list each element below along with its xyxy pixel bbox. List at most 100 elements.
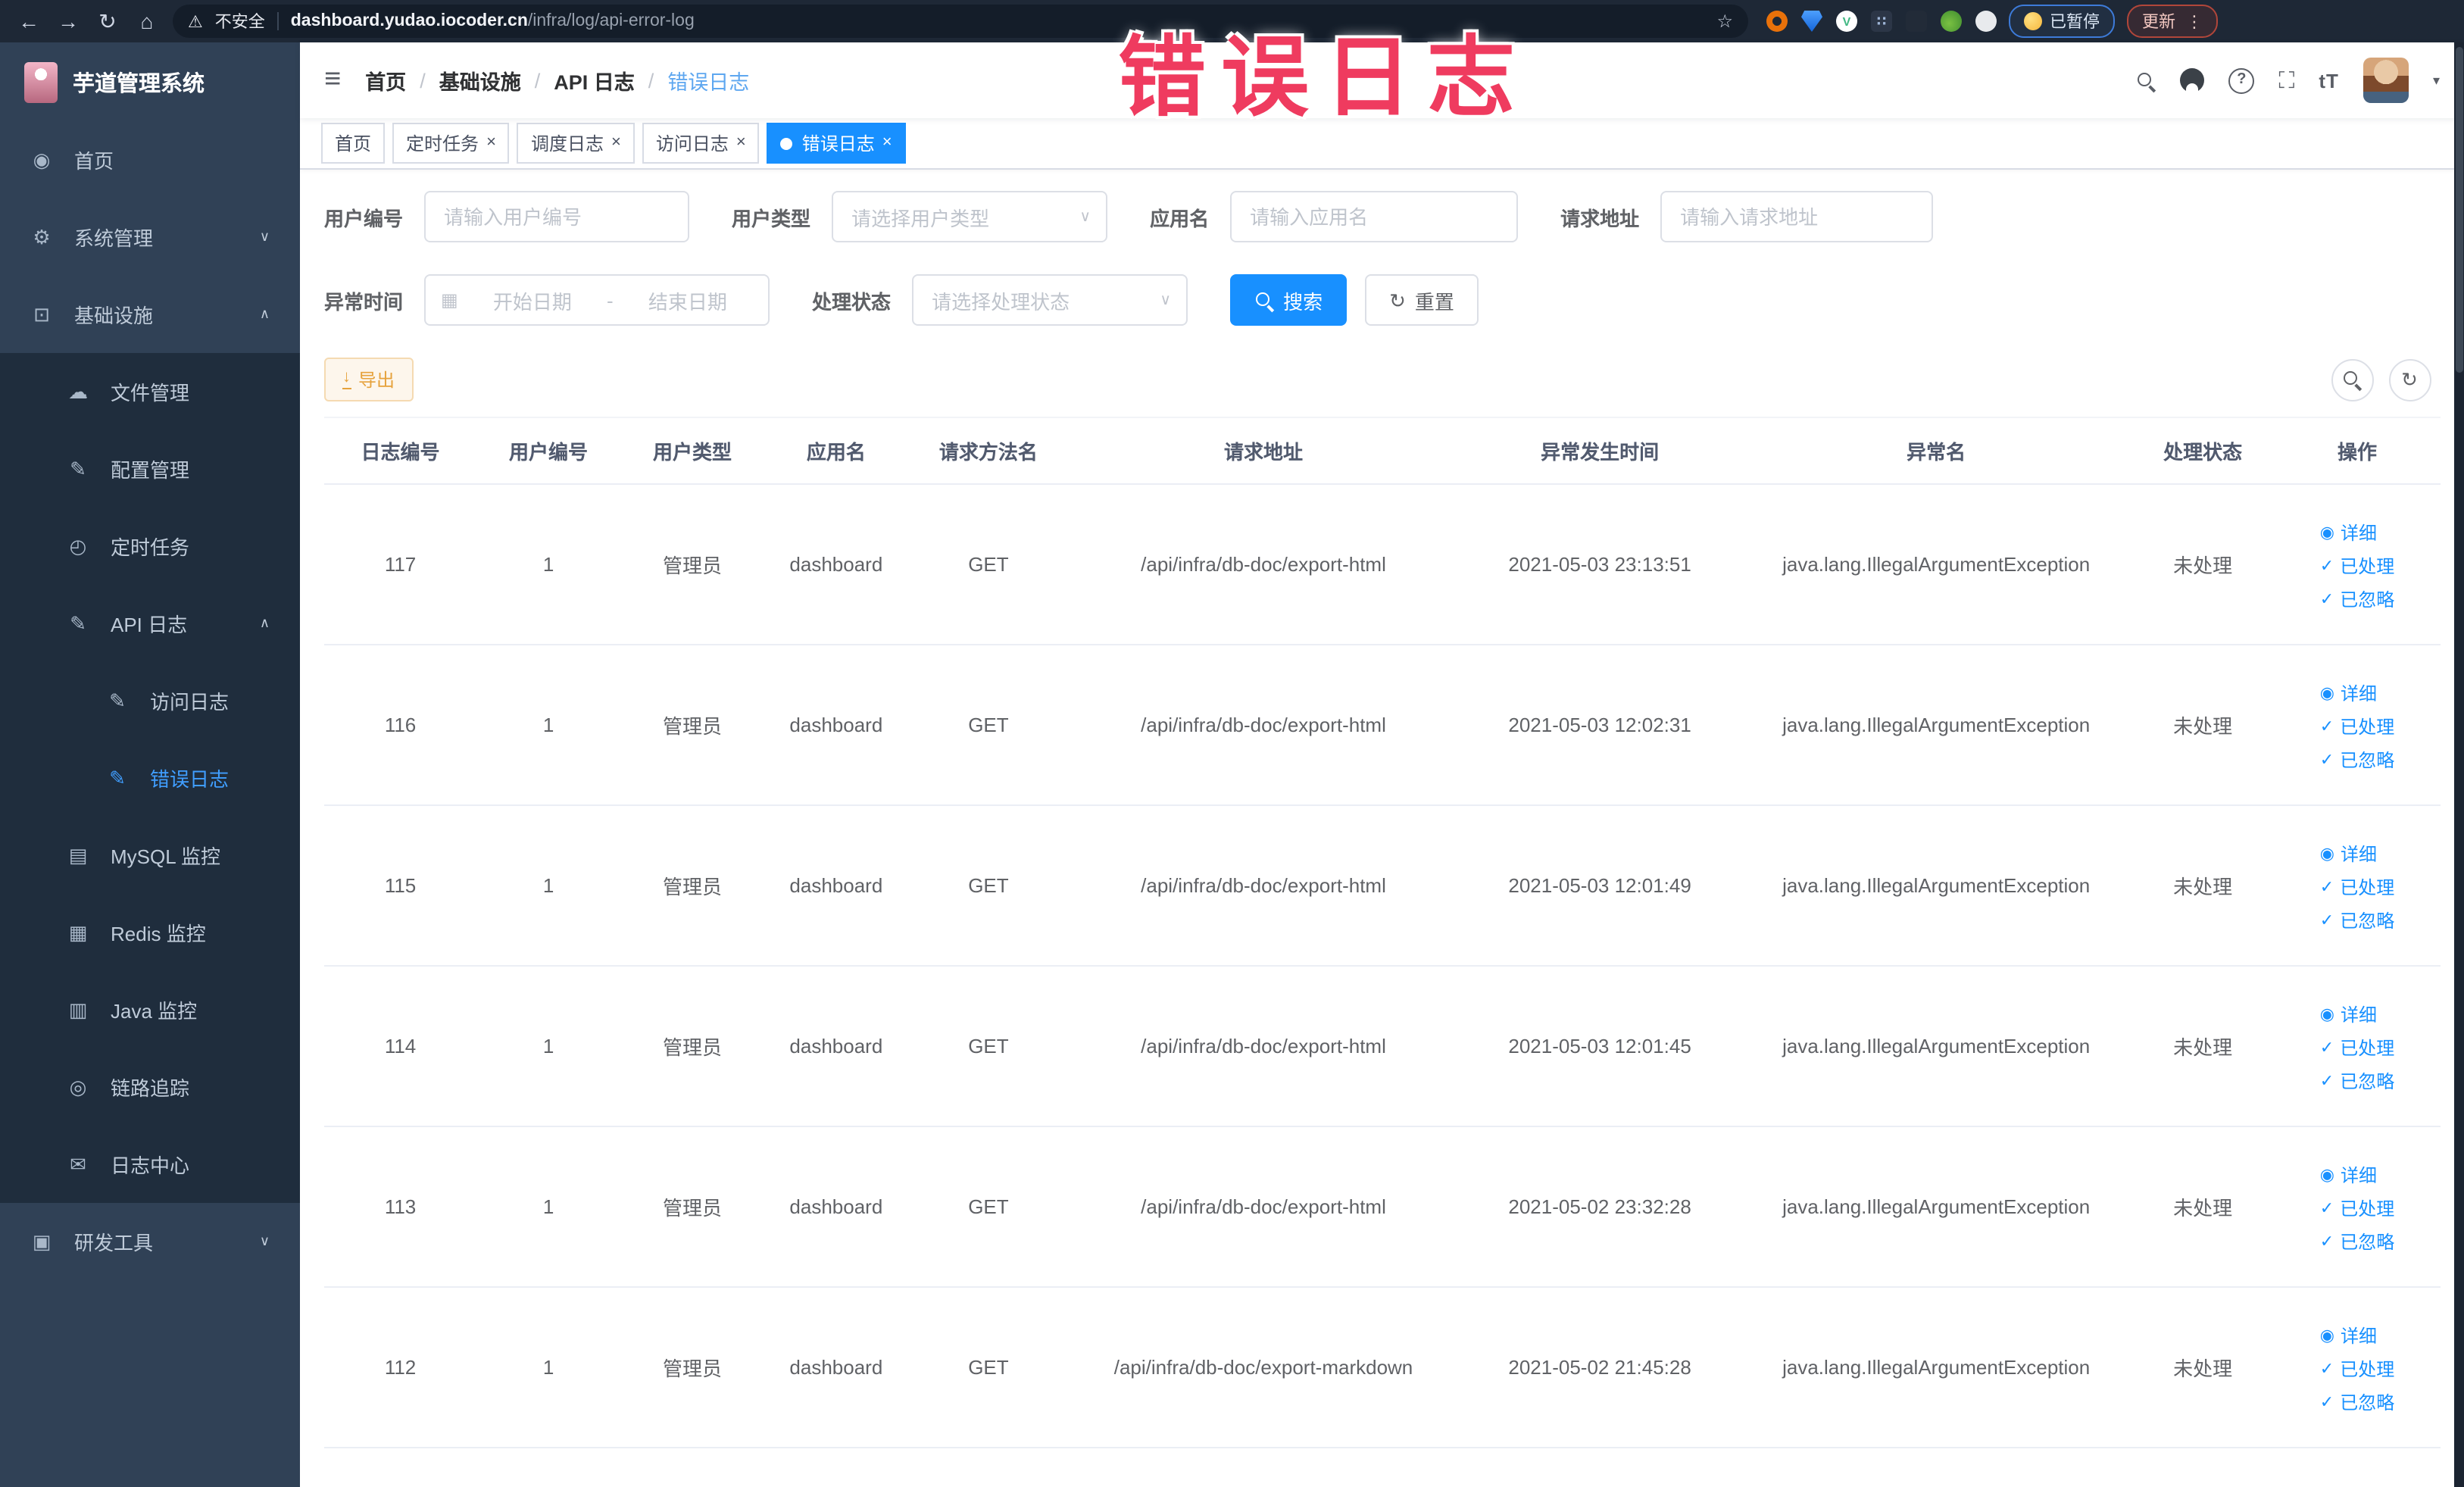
sidebar-item[interactable]: ▤ MySQL 监控 <box>0 817 300 894</box>
detail-link[interactable]: ◉ 详细 <box>2320 686 2377 704</box>
mark-processed-link[interactable]: ✓ 已处理 <box>2320 1201 2394 1219</box>
process-status-select[interactable]: 请选择处理状态 ∨ <box>912 274 1188 326</box>
detail-link[interactable]: ◉ 详细 <box>2320 525 2377 543</box>
reload-icon[interactable]: ↻ <box>94 11 121 32</box>
search-button[interactable]: 搜索 <box>1230 274 1348 326</box>
mark-processed-link[interactable]: ✓ 已处理 <box>2320 879 2394 898</box>
chrome-update-badge[interactable]: 更新 ⋮ <box>2127 5 2218 38</box>
extension-icon[interactable]: on <box>1906 11 1927 32</box>
detail-link[interactable]: ◉ 详细 <box>2320 1328 2377 1346</box>
sidebar-item[interactable]: ✎ 错误日志 <box>0 739 300 817</box>
sidebar-item[interactable]: ✎ API 日志 ∧ <box>0 585 300 662</box>
sidebar-item[interactable]: ◎ 链路追踪 <box>0 1048 300 1126</box>
sidebar-item[interactable]: ☁ 文件管理 <box>0 353 300 430</box>
breadcrumb-item[interactable]: 错误日志 <box>667 65 749 95</box>
extension-icon[interactable]: V <box>1836 11 1857 32</box>
cell-log-id: 112 <box>324 1287 477 1448</box>
sidebar-toggle-icon[interactable]: ≡ <box>324 64 341 97</box>
tab[interactable]: 定时任务 × <box>392 123 510 164</box>
sidebar-item-label: 研发工具 <box>74 1232 154 1254</box>
avatar[interactable] <box>2363 58 2409 103</box>
app-name-input[interactable] <box>1230 191 1519 242</box>
font-size-icon[interactable]: tT <box>2319 70 2339 90</box>
mark-ignored-link[interactable]: ✓ 已忽略 <box>2320 592 2394 610</box>
github-icon[interactable] <box>2180 68 2205 92</box>
mark-processed-link[interactable]: ✓ 已处理 <box>2320 1040 2394 1058</box>
detail-link[interactable]: ◉ 详细 <box>2320 1167 2377 1186</box>
not-secure-warning-icon[interactable]: ⚠ <box>188 11 203 31</box>
tab[interactable]: 访问日志 × <box>642 123 760 164</box>
table-tools: ↻ <box>2331 358 2431 401</box>
sidebar-item[interactable]: ▣ 研发工具 ∨ <box>0 1203 300 1280</box>
scrollbar-thumb[interactable] <box>2455 47 2462 373</box>
mark-processed-link[interactable]: ✓ 已处理 <box>2320 558 2394 576</box>
fullscreen-icon[interactable]: ⛶ <box>2278 69 2294 92</box>
sidebar-item-label: 系统管理 <box>74 227 154 250</box>
extension-icon[interactable]: ∷ <box>1871 11 1892 32</box>
request-url-input[interactable] <box>1660 191 1934 242</box>
browser-menu-icon[interactable]: ⋮ <box>2186 11 2203 31</box>
mark-ignored-link[interactable]: ✓ 已忽略 <box>2320 913 2394 931</box>
avatar-caret-icon[interactable]: ▾ <box>2433 72 2440 89</box>
sidebar-item[interactable]: ▥ Java 监控 <box>0 971 300 1048</box>
date-range-picker[interactable]: ▦ 开始日期 - 结束日期 <box>424 274 770 326</box>
cell-user-id: 1 <box>476 1126 620 1288</box>
detail-link[interactable]: ◉ 详细 <box>2320 846 2377 864</box>
forward-icon[interactable]: → <box>55 11 82 32</box>
app-name-label: 应用名 <box>1150 207 1210 230</box>
tab[interactable]: 错误日志 × <box>767 123 906 164</box>
sidebar-item[interactable]: ◉ 首页 <box>0 121 300 198</box>
app-logo-row[interactable]: 芋道管理系统 <box>0 42 300 121</box>
search-icon[interactable] <box>2136 70 2156 90</box>
breadcrumb-item[interactable]: API 日志 <box>554 65 635 95</box>
sidebar-item[interactable]: ▦ Redis 监控 <box>0 894 300 971</box>
mark-ignored-link[interactable]: ✓ 已忽略 <box>2320 1073 2394 1092</box>
column-header: 日志编号 <box>324 417 477 485</box>
sidebar-item[interactable]: ✉ 日志中心 <box>0 1126 300 1203</box>
user-type-select[interactable]: 请选择用户类型 ∨ <box>832 191 1108 242</box>
user-id-input[interactable] <box>424 191 690 242</box>
help-icon[interactable]: ? <box>2228 67 2255 93</box>
mark-ignored-link[interactable]: ✓ 已忽略 <box>2320 1395 2394 1413</box>
tab-close-icon[interactable]: × <box>736 134 746 152</box>
tab-close-icon[interactable]: × <box>486 134 496 152</box>
url-text[interactable]: dashboard.yudao.iocoder.cn/infra/log/api… <box>291 12 695 30</box>
detail-link[interactable]: ◉ 详细 <box>2320 1007 2377 1025</box>
mark-processed-link[interactable]: ✓ 已处理 <box>2320 1361 2394 1379</box>
back-icon[interactable]: ← <box>15 11 42 32</box>
mark-ignored-link[interactable]: ✓ 已忽略 <box>2320 752 2394 770</box>
extension-icon[interactable] <box>1801 11 1822 32</box>
tab[interactable]: 调度日志 × <box>517 123 635 164</box>
bookmark-star-icon[interactable]: ☆ <box>1716 11 1733 32</box>
browser-home-icon[interactable]: ⌂ <box>133 11 161 32</box>
table-body: 117 1 管理员 dashboard GET /api/infra/db-do… <box>324 484 2440 1448</box>
extension-icon[interactable] <box>1975 11 1997 32</box>
breadcrumb-item[interactable]: 基础设施 <box>439 65 521 95</box>
cell-actions: ◉ 详细 ✓ 已处理 ✓ 已忽略 <box>2275 805 2440 967</box>
extension-icon[interactable] <box>1766 11 1788 32</box>
mark-ignored-link[interactable]: ✓ 已忽略 <box>2320 1234 2394 1252</box>
tab[interactable]: 首页 <box>321 123 386 164</box>
breadcrumb-item[interactable]: 首页 <box>365 65 406 95</box>
export-button[interactable]: ↓ 导出 <box>324 358 414 401</box>
mark-processed-link[interactable]: ✓ 已处理 <box>2320 719 2394 737</box>
sidebar-item[interactable]: ⊡ 基础设施 ∧ <box>0 276 300 353</box>
sidebar-item-label: 错误日志 <box>150 768 230 791</box>
cell-log-id: 113 <box>324 1126 477 1288</box>
reset-button[interactable]: ↻ 重置 <box>1365 274 1479 326</box>
sidebar-item[interactable]: ✎ 配置管理 <box>0 430 300 508</box>
table-row: 115 1 管理员 dashboard GET /api/infra/db-do… <box>324 805 2440 967</box>
paused-extension-badge[interactable]: 已暂停 <box>2009 5 2115 38</box>
table-toolbar: ↓ 导出 ↻ <box>324 358 2440 401</box>
cell-log-id: 116 <box>324 645 477 806</box>
sidebar-item[interactable]: ◴ 定时任务 <box>0 508 300 585</box>
refresh-table-button[interactable]: ↻ <box>2388 358 2431 401</box>
tab-close-icon[interactable]: × <box>611 134 621 152</box>
toggle-search-button[interactable] <box>2331 358 2373 401</box>
sidebar-item-label: 配置管理 <box>111 459 190 482</box>
sidebar-item[interactable]: ⚙ 系统管理 ∨ <box>0 198 300 276</box>
extension-icon[interactable] <box>1941 11 1962 32</box>
window-scrollbar[interactable] <box>2453 42 2464 1487</box>
tab-close-icon[interactable]: × <box>882 134 892 152</box>
sidebar-item[interactable]: ✎ 访问日志 <box>0 662 300 739</box>
